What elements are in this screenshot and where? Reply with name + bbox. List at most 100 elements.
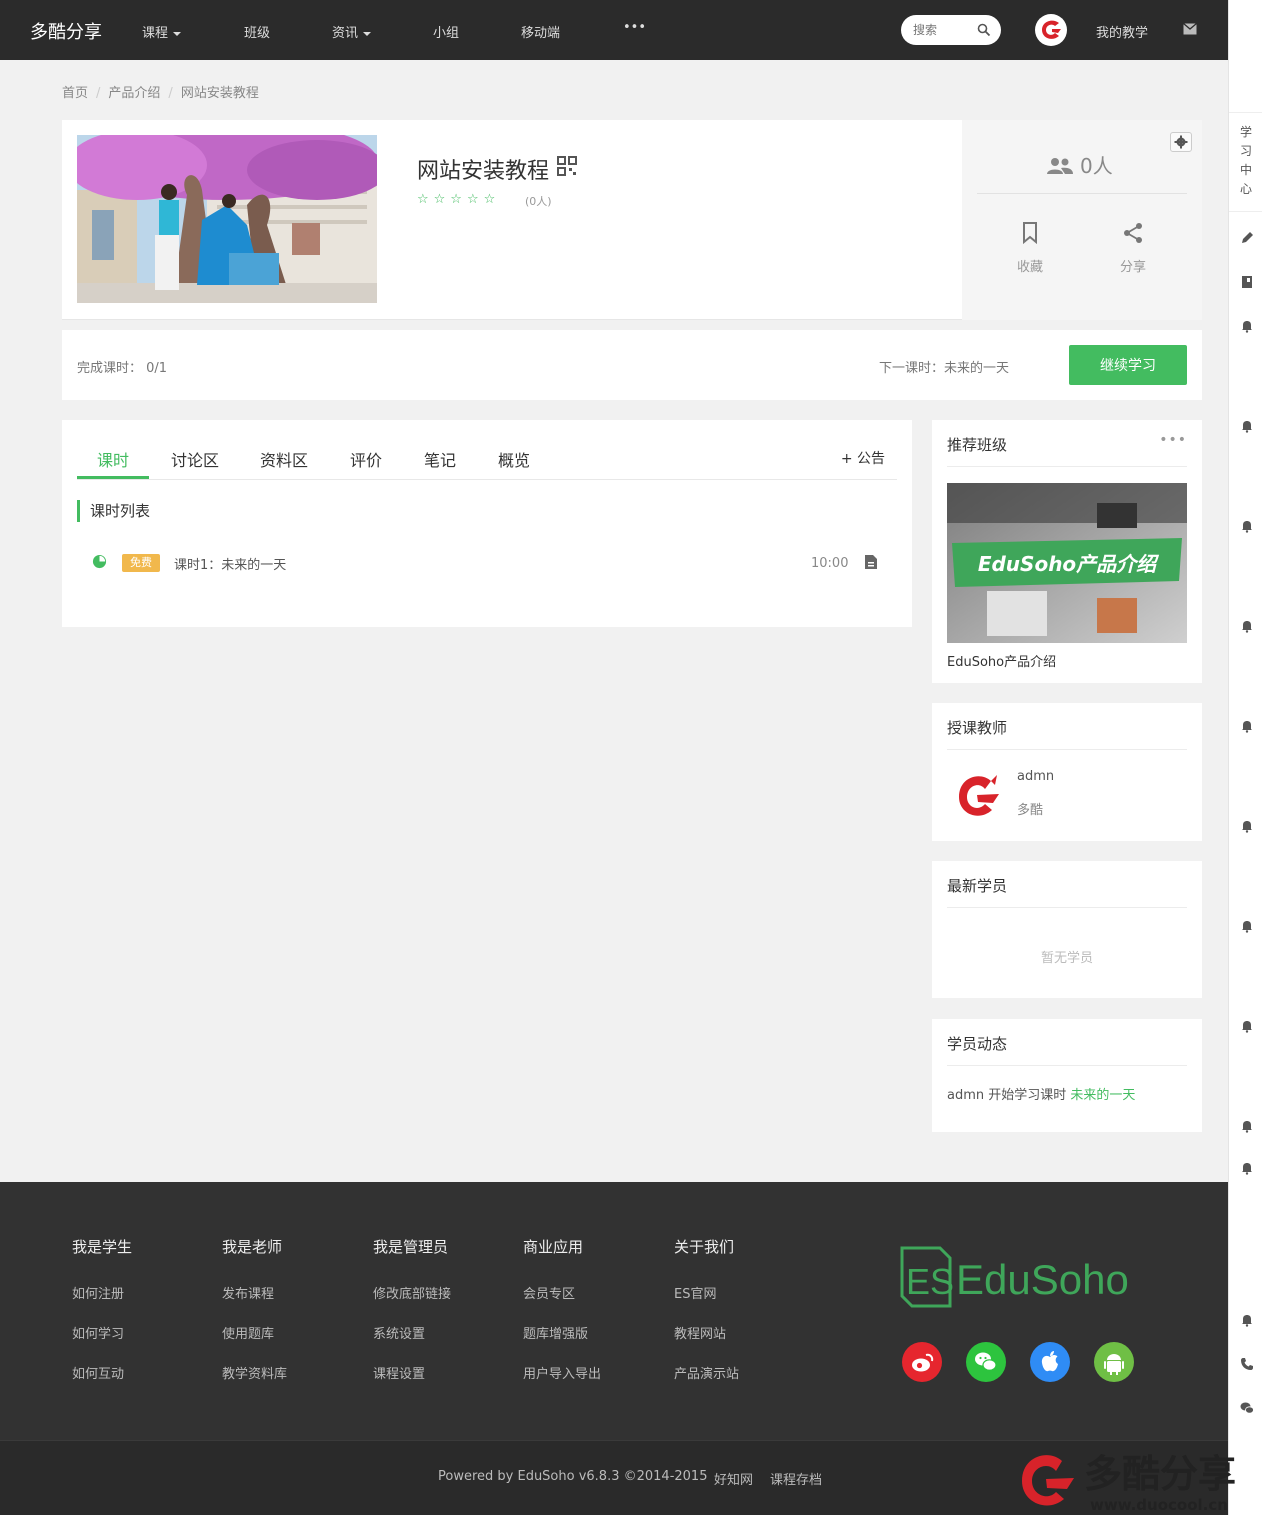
footer-link[interactable]: 发布课程 (222, 1283, 287, 1323)
top-navbar: 多酷分享 课程 班级 资讯 小组 移动端 ••• 我的教学 (0, 0, 1228, 60)
footer-link-archive[interactable]: 课程存档 (770, 1469, 822, 1488)
share-button[interactable]: 分享 (1117, 222, 1149, 275)
card-title: 最新学员 (947, 877, 1008, 895)
course-stats: 0人 收藏 分享 (962, 120, 1202, 320)
settings-button[interactable] (1170, 132, 1192, 152)
bell-icon[interactable] (1240, 919, 1254, 933)
nav-groups[interactable]: 小组 (433, 22, 459, 41)
book-icon[interactable] (1240, 275, 1254, 289)
nav-classes[interactable]: 班级 (244, 22, 270, 41)
add-announcement-button[interactable]: + 公告 (841, 448, 885, 468)
mail-icon[interactable] (1183, 23, 1197, 35)
edusoho-logo-text: EduSoho (956, 1256, 1129, 1303)
breadcrumb-category[interactable]: 产品介绍 (108, 86, 160, 101)
bell-icon[interactable] (1240, 719, 1254, 733)
document-icon (865, 555, 877, 569)
tab-reviews[interactable]: 评价 (350, 447, 382, 471)
activity-user[interactable]: admn (947, 1088, 984, 1103)
course-content-panel: 课时 讨论区 资料区 评价 笔记 概览 + 公告 课时列表 免费 课时1：未来的… (62, 420, 912, 627)
weibo-button[interactable] (902, 1342, 942, 1382)
footer-link[interactable]: 教学资料库 (222, 1363, 287, 1403)
footer-link[interactable]: 教程网站 (674, 1323, 739, 1363)
bell-icon[interactable] (1240, 1119, 1254, 1133)
bell-icon[interactable] (1240, 819, 1254, 833)
footer-column-business: 商业应用 会员专区 题库增强版 用户导入导出 (523, 1236, 601, 1403)
android-app-button[interactable] (1094, 1342, 1134, 1382)
footer-link[interactable]: 会员专区 (523, 1283, 601, 1323)
divider (947, 466, 1187, 467)
footer-link-haozhi[interactable]: 好知网 (714, 1469, 753, 1488)
footer-link[interactable]: 课程设置 (373, 1363, 451, 1403)
my-teaching-link[interactable]: 我的教学 (1096, 22, 1148, 41)
tab-overview[interactable]: 概览 (498, 447, 530, 471)
phone-icon[interactable] (1240, 1357, 1254, 1371)
qrcode-icon[interactable] (557, 156, 577, 176)
course-cover-image[interactable] (77, 135, 377, 303)
activity-target-link[interactable]: 未来的一天 (1070, 1088, 1135, 1103)
duocool-watermark: 多酷分享 www.duocool.cn (1022, 1452, 1236, 1514)
footer-link[interactable]: 修改底部链接 (373, 1283, 451, 1323)
user-avatar[interactable] (1035, 14, 1067, 46)
pencil-icon[interactable] (1240, 231, 1254, 245)
breadcrumb-separator: / (96, 86, 101, 101)
card-title: 授课教师 (947, 719, 1008, 737)
footer-heading: 关于我们 (674, 1238, 735, 1256)
nav-more[interactable]: ••• (623, 20, 646, 35)
edusoho-logo[interactable]: ES EduSoho (900, 1244, 1140, 1310)
breadcrumb-home[interactable]: 首页 (62, 86, 88, 101)
continue-learning-button[interactable]: 继续学习 (1069, 345, 1187, 385)
wechat-button[interactable] (966, 1342, 1006, 1382)
lesson-item[interactable]: 免费 课时1：未来的一天 10:00 (92, 552, 882, 576)
new-students-card: 最新学员 暂无学员 (932, 861, 1202, 998)
course-tabs: 课时 讨论区 资料区 评价 笔记 概览 + 公告 (77, 420, 897, 480)
nav-courses[interactable]: 课程 (142, 22, 182, 41)
lesson-title[interactable]: 课时1：未来的一天 (174, 554, 286, 573)
card-title: 推荐班级 (947, 436, 1008, 454)
favorite-button[interactable]: 收藏 (1014, 222, 1046, 275)
footer-link[interactable]: ES官网 (674, 1283, 739, 1323)
bell-icon[interactable] (1240, 1161, 1254, 1175)
teacher-avatar[interactable] (947, 767, 1007, 827)
divider (947, 907, 1187, 908)
bell-icon[interactable] (1240, 319, 1254, 333)
footer-link[interactable]: 题库增强版 (523, 1323, 601, 1363)
nav-news[interactable]: 资讯 (332, 22, 372, 41)
tab-notes[interactable]: 笔记 (424, 447, 456, 471)
footer-link[interactable]: 如何互动 (72, 1363, 132, 1403)
course-header: 网站安装教程 ☆☆☆☆☆ (0人) 0人 收藏 分享 (62, 120, 1202, 320)
card-title: 学员动态 (947, 1035, 1008, 1053)
teacher-name[interactable]: admn (1017, 769, 1054, 784)
bell-icon[interactable] (1240, 419, 1254, 433)
more-icon[interactable]: ••• (1159, 432, 1187, 448)
tab-materials[interactable]: 资料区 (260, 447, 308, 471)
class-banner-text: EduSoho产品介绍 (978, 552, 1159, 576)
footer-link[interactable]: 如何学习 (72, 1323, 132, 1363)
site-logo[interactable]: 多酷分享 (30, 18, 102, 44)
study-center-button[interactable]: 学习中心 (1229, 112, 1262, 212)
bell-icon[interactable] (1240, 1019, 1254, 1033)
teacher-role: 多酷 (1017, 803, 1044, 818)
footer-link[interactable]: 使用题库 (222, 1323, 287, 1363)
progress-pie-icon (92, 554, 107, 569)
tab-lessons[interactable]: 课时 (97, 447, 129, 471)
search-input[interactable] (913, 15, 983, 45)
wechat-icon[interactable] (1240, 1401, 1254, 1415)
next-lesson-link[interactable]: 下一课时：未来的一天 (879, 357, 1009, 376)
footer-link[interactable]: 用户导入导出 (523, 1363, 601, 1403)
chevron-down-icon (173, 31, 182, 36)
bell-icon[interactable] (1240, 519, 1254, 533)
search-icon[interactable] (977, 23, 991, 37)
class-name-link[interactable]: EduSoho产品介绍 (947, 651, 1056, 670)
nav-mobile[interactable]: 移动端 (521, 22, 560, 41)
footer-link[interactable]: 如何注册 (72, 1283, 132, 1323)
ios-app-button[interactable] (1030, 1342, 1070, 1382)
breadcrumb-separator: / (168, 86, 173, 101)
footer-link[interactable]: 产品演示站 (674, 1363, 739, 1403)
share-icon (1124, 223, 1142, 243)
tab-discussion[interactable]: 讨论区 (171, 447, 219, 471)
lesson-duration: 10:00 (811, 556, 849, 571)
footer-link[interactable]: 系统设置 (373, 1323, 451, 1363)
class-cover-image[interactable]: EduSoho产品介绍 (947, 483, 1187, 643)
bell-icon[interactable] (1240, 619, 1254, 633)
bell-icon[interactable] (1240, 1313, 1254, 1327)
